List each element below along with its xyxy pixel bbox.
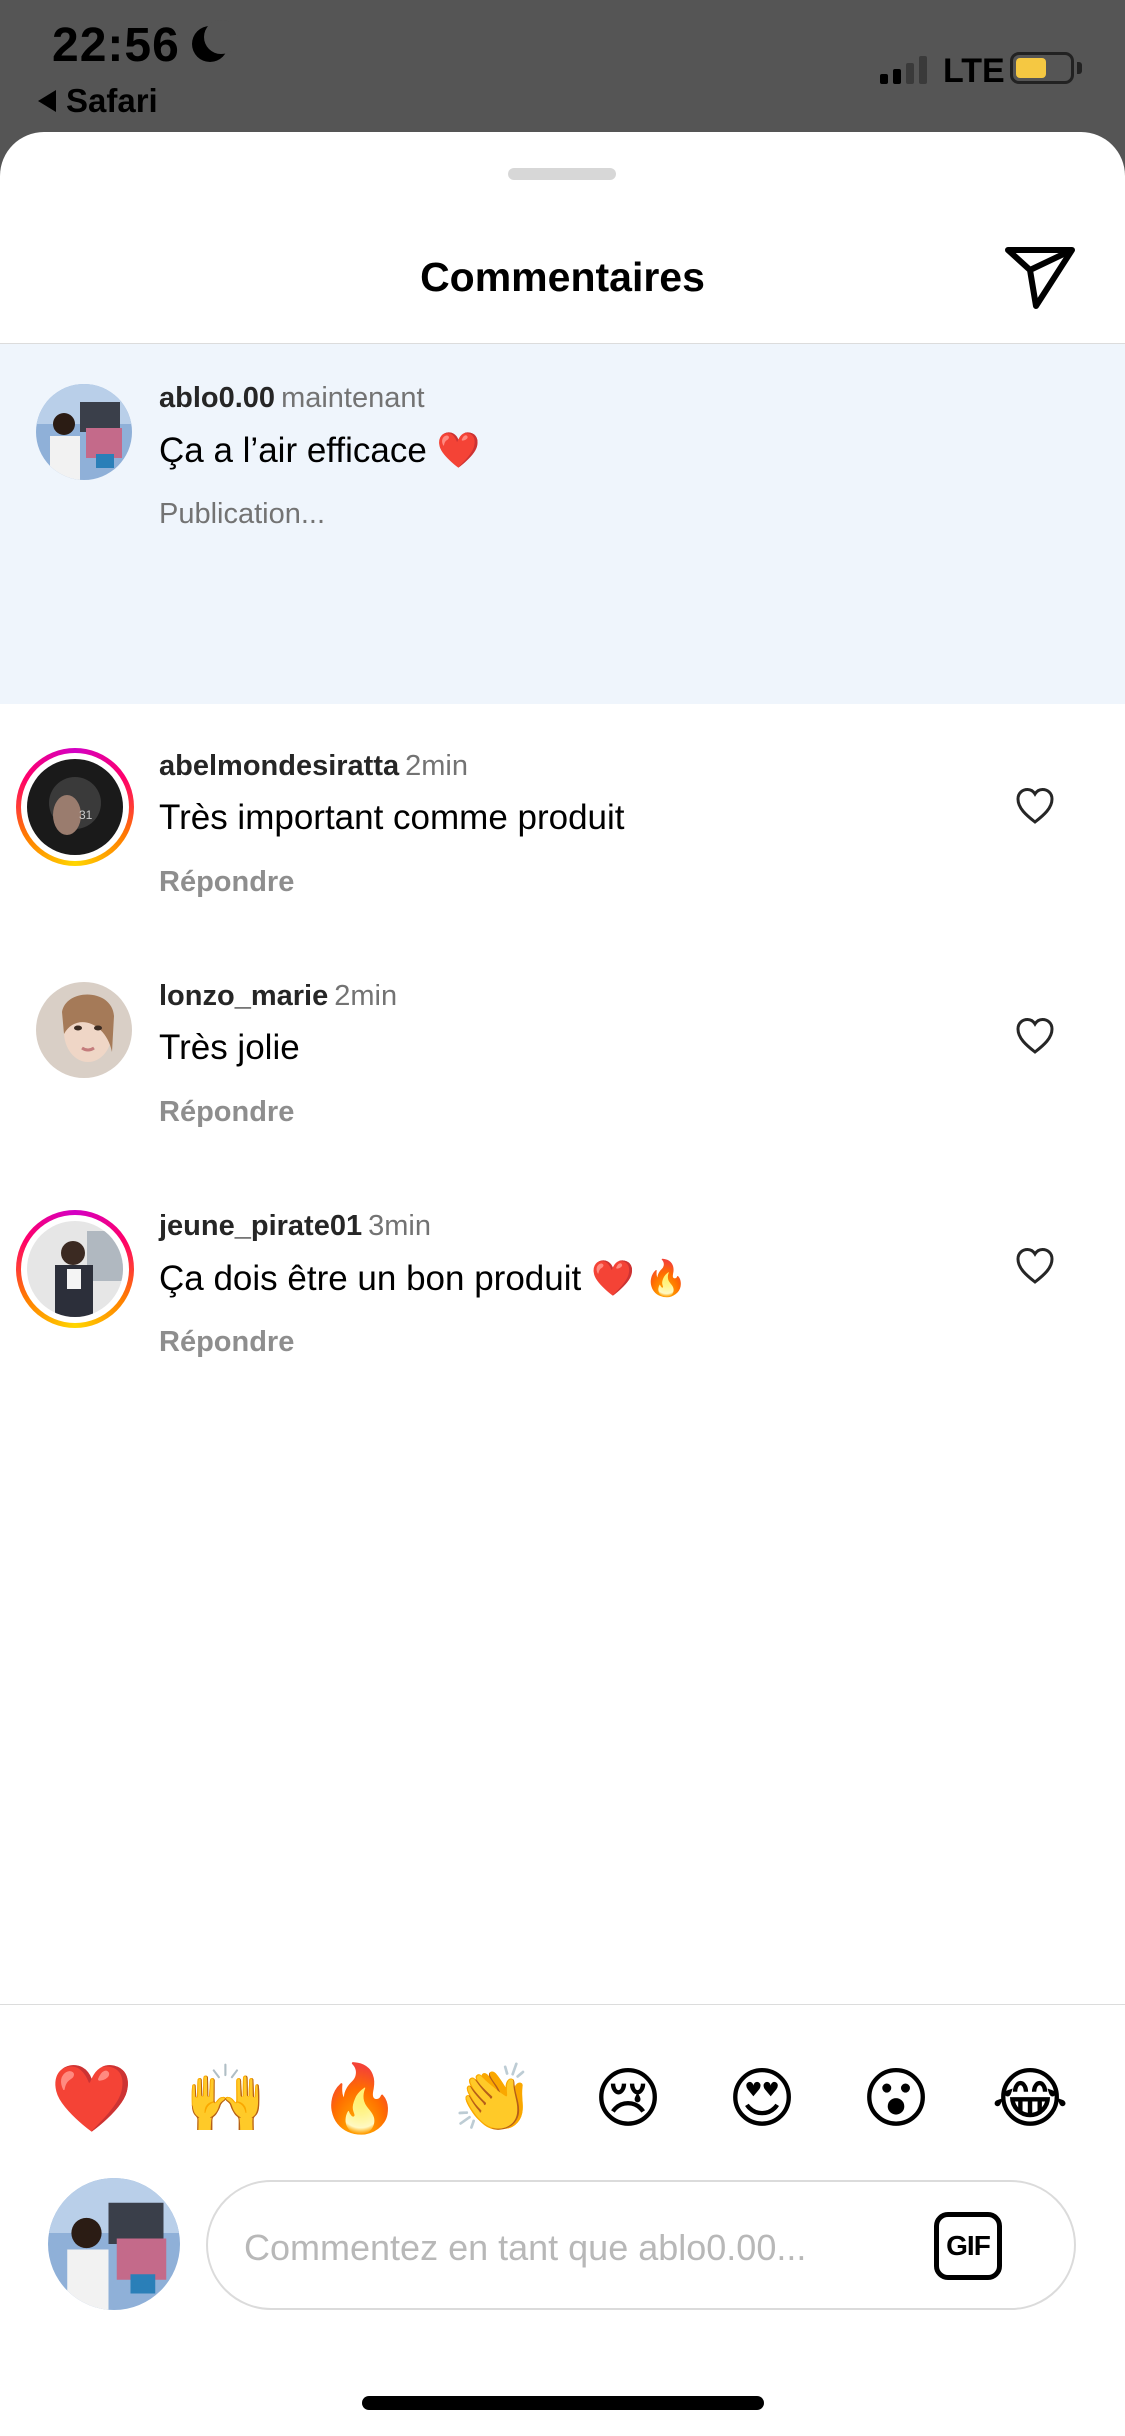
- comments-sheet: Commentaires ablo0.00 maintenant Ça a l’a…: [0, 132, 1125, 2436]
- comment-text: Très jolie: [159, 1028, 300, 1067]
- comment-time: 2min: [405, 750, 468, 782]
- username-text[interactable]: lonzo_marie: [159, 980, 328, 1012]
- heart-outline-icon[interactable]: [1014, 1246, 1056, 1286]
- network-label: LTE: [943, 52, 1005, 90]
- battery-icon: [1010, 52, 1074, 84]
- comment-text: Ça dois être un bon produit ❤️ 🔥: [159, 1259, 688, 1298]
- avatar[interactable]: [27, 1221, 123, 1317]
- avatar-story-ring[interactable]: 31: [16, 748, 134, 866]
- reply-button[interactable]: Répondre: [159, 1326, 294, 1359]
- avatar[interactable]: [36, 982, 132, 1078]
- reaction-raising-hands[interactable]: 🙌: [176, 2048, 276, 2148]
- avatar[interactable]: 31: [27, 759, 123, 855]
- reply-button[interactable]: Répondre: [159, 866, 294, 899]
- status-bar: 22:56 Safari LTE: [0, 0, 1125, 135]
- battery-tip: [1077, 62, 1082, 74]
- comment-item: jeune_pirate01 3min Ça dois être un bon p…: [0, 1164, 1125, 1404]
- battery-level: [1016, 58, 1047, 78]
- avatar[interactable]: [36, 384, 132, 480]
- reaction-surprised-face[interactable]: 😮: [846, 2048, 946, 2148]
- reply-button[interactable]: Répondre: [159, 1096, 294, 1129]
- quick-reaction-bar: ❤️ 🙌 🔥 👏 😢 😍 😮 😂: [0, 2048, 1125, 2148]
- username-text[interactable]: ablo0.00: [159, 382, 275, 414]
- comment-time: 2min: [334, 980, 398, 1012]
- composer-avatar[interactable]: [48, 2178, 180, 2310]
- back-to-app-link[interactable]: Safari: [38, 82, 158, 120]
- comment-text: Très important comme produit: [159, 798, 625, 837]
- reaction-crying-face[interactable]: 😢: [578, 2048, 678, 2148]
- comment-input[interactable]: Commentez en tant que ablo0.00... GIF: [206, 2180, 1076, 2310]
- reaction-clapping-hands[interactable]: 👏: [444, 2048, 544, 2148]
- cellular-signal-icon: [880, 56, 927, 84]
- username-text[interactable]: abelmondesiratta: [159, 750, 399, 782]
- comment-username[interactable]: ablo0.00 maintenant: [159, 382, 425, 415]
- home-indicator[interactable]: [362, 2396, 764, 2410]
- moon-icon: [192, 20, 238, 62]
- status-time: 22:56: [52, 19, 180, 72]
- comment-username[interactable]: lonzo_marie 2min: [159, 980, 397, 1013]
- comment-time: maintenant: [281, 382, 425, 414]
- comment-item: lonzo_marie 2min Très jolie Répondre: [0, 934, 1125, 1164]
- comment-item-pending: ablo0.00 maintenant Ça a l’air efficace ❤…: [0, 344, 1125, 704]
- heart-outline-icon[interactable]: [1014, 1016, 1056, 1056]
- page-title: Commentaires: [420, 254, 705, 300]
- comment-time: 3min: [368, 1210, 431, 1242]
- svg-text:31: 31: [79, 808, 93, 822]
- username-text[interactable]: jeune_pirate01: [159, 1210, 362, 1242]
- sheet-grabber[interactable]: [508, 168, 616, 180]
- posting-status: Publication...: [159, 498, 326, 530]
- comment-username[interactable]: jeune_pirate01 3min: [159, 1210, 431, 1243]
- avatar-story-ring[interactable]: [16, 1210, 134, 1328]
- gif-button[interactable]: GIF: [934, 2212, 1002, 2280]
- comment-item: 31 abelmondesiratta 2min Très important c…: [0, 704, 1125, 934]
- back-arrow-icon: [38, 90, 56, 112]
- reaction-fire[interactable]: 🔥: [310, 2048, 410, 2148]
- heart-outline-icon[interactable]: [1014, 786, 1056, 826]
- comment-username[interactable]: abelmondesiratta 2min: [159, 750, 468, 783]
- paper-plane-icon[interactable]: [1000, 236, 1080, 316]
- comment-input-placeholder[interactable]: Commentez en tant que ablo0.00...: [244, 2227, 806, 2269]
- back-app-label: Safari: [66, 82, 158, 119]
- comment-text: Ça a l’air efficace ❤️: [159, 431, 481, 470]
- reaction-heart-eyes[interactable]: 😍: [712, 2048, 812, 2148]
- composer-divider: [0, 2004, 1125, 2005]
- comments-header: Commentaires: [0, 212, 1125, 344]
- reaction-tears-of-joy[interactable]: 😂: [980, 2048, 1080, 2148]
- reaction-red-heart[interactable]: ❤️: [42, 2048, 142, 2148]
